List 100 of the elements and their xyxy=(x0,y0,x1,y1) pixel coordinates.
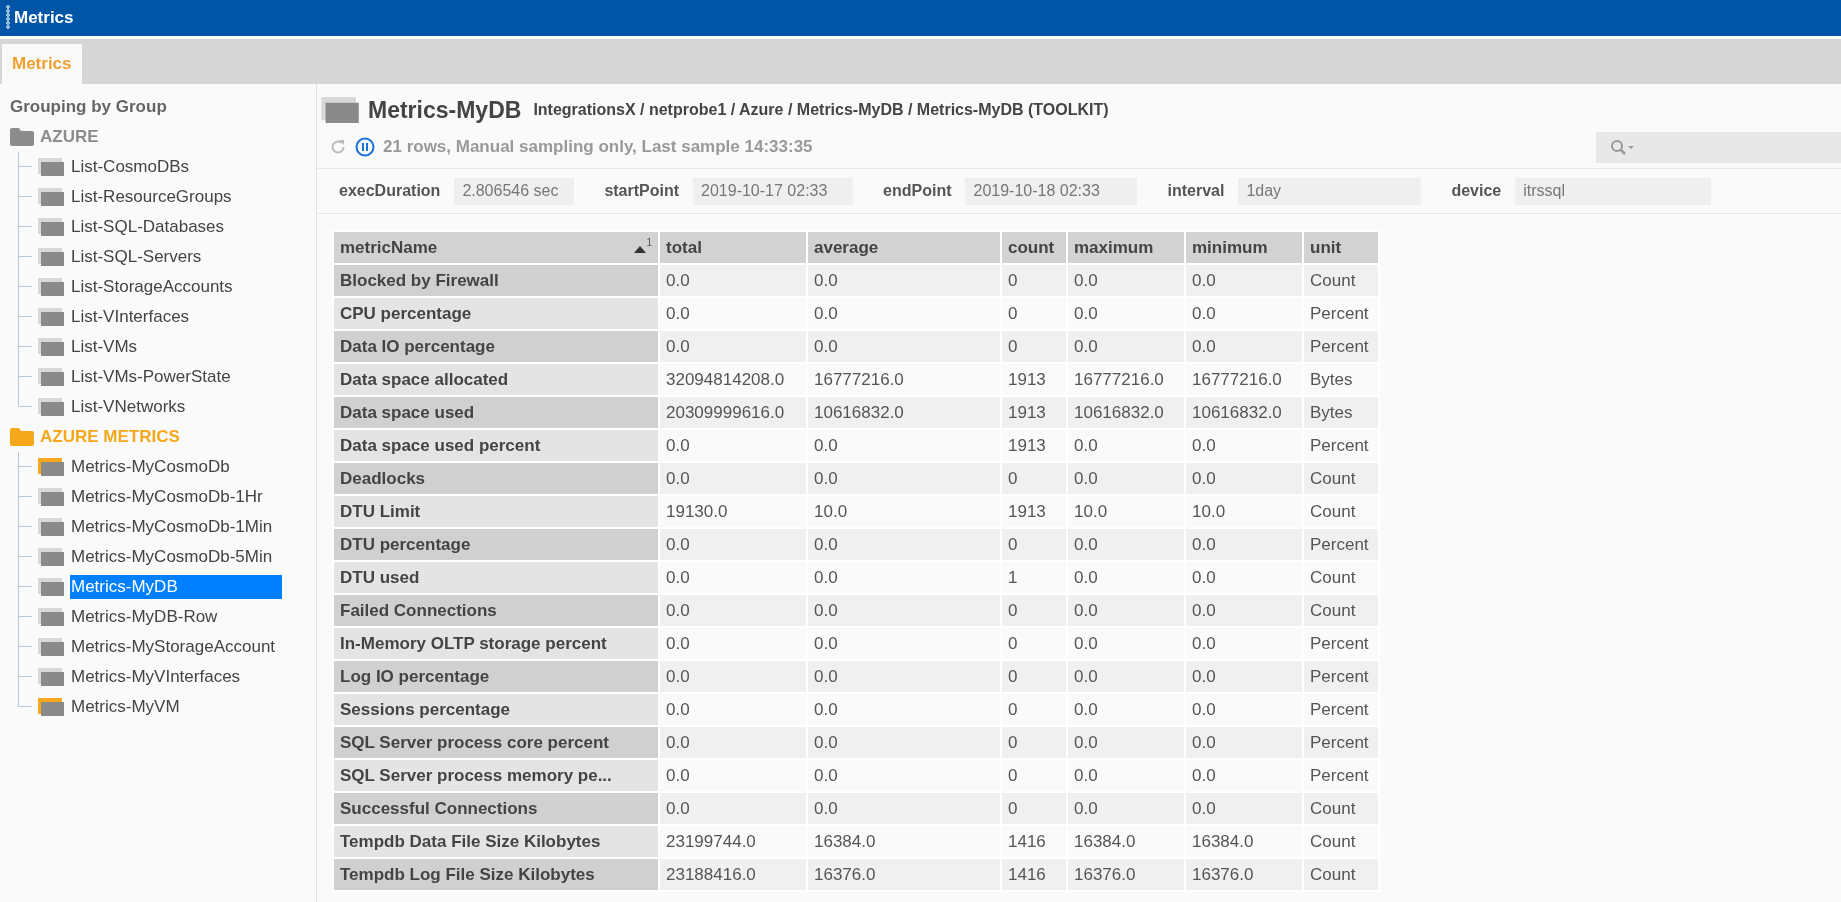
table-cell: 0.0 xyxy=(1186,628,1302,659)
table-cell: 0.0 xyxy=(660,661,806,692)
tree-item[interactable]: List-VMs-PowerState xyxy=(70,365,232,389)
tree-item[interactable]: Metrics-MyCosmoDb-5Min xyxy=(70,545,274,569)
table-cell: 20309999616.0 xyxy=(660,397,806,428)
row-header: Tempdb Log File Size Kilobytes xyxy=(334,859,658,890)
table-cell: 0.0 xyxy=(808,331,1000,362)
table-cell: 0.0 xyxy=(660,595,806,626)
tree-item[interactable]: Metrics-MyStorageAccount xyxy=(70,635,277,659)
table-cell: 1913 xyxy=(1002,364,1066,395)
table-cell: 0 xyxy=(1002,265,1066,296)
grip-icon[interactable] xyxy=(6,5,10,31)
table-cell: 0.0 xyxy=(1068,463,1184,494)
table-cell: 0.0 xyxy=(1068,265,1184,296)
table-cell: 16777216.0 xyxy=(1186,364,1302,395)
search-field[interactable] xyxy=(1596,131,1841,163)
table-cell: 0.0 xyxy=(1068,562,1184,593)
column-header[interactable]: count xyxy=(1002,232,1066,263)
tree-item[interactable]: Metrics-MyVInterfaces xyxy=(70,665,242,689)
tree-item[interactable]: Metrics-MyDB xyxy=(70,575,282,599)
table-cell: 0.0 xyxy=(660,298,806,329)
table-cell: 0.0 xyxy=(660,430,806,461)
row-header: DTU used xyxy=(334,562,658,593)
tree-item[interactable]: List-ResourceGroups xyxy=(70,185,233,209)
table-cell: 0.0 xyxy=(808,265,1000,296)
table-cell: Count xyxy=(1304,595,1378,626)
column-header[interactable]: minimum xyxy=(1186,232,1302,263)
tree-item[interactable]: Metrics-MyDB-Row xyxy=(70,605,219,629)
table-cell: 10.0 xyxy=(1068,496,1184,527)
table-cell: 23188416.0 xyxy=(660,859,806,890)
tree-item[interactable]: Metrics-MyVM xyxy=(70,695,181,719)
table-icon xyxy=(320,97,360,123)
table-cell: 0.0 xyxy=(660,562,806,593)
table-cell: 0.0 xyxy=(1186,760,1302,791)
param-label: execDuration xyxy=(339,182,441,200)
table-cell: 0.0 xyxy=(1186,331,1302,362)
column-header[interactable]: total xyxy=(660,232,806,263)
table-cell: 0.0 xyxy=(808,529,1000,560)
table-cell: 0.0 xyxy=(1186,265,1302,296)
table-cell: Percent xyxy=(1304,331,1378,362)
row-header: Failed Connections xyxy=(334,595,658,626)
pause-icon[interactable] xyxy=(355,137,375,157)
tree-item[interactable]: Metrics-MyCosmoDb-1Hr xyxy=(70,485,264,509)
table-cell: 0.0 xyxy=(1186,727,1302,758)
table-cell: 16384.0 xyxy=(1186,826,1302,857)
table-cell: 16376.0 xyxy=(808,859,1000,890)
param-value: 2.806546 sec xyxy=(454,177,575,205)
row-header: Data space used xyxy=(334,397,658,428)
row-header: In-Memory OLTP storage percent xyxy=(334,628,658,659)
table-cell: 10616832.0 xyxy=(1068,397,1184,428)
row-header: Data space used percent xyxy=(334,430,658,461)
table-cell: 10616832.0 xyxy=(1186,397,1302,428)
tree-item[interactable]: List-SQL-Servers xyxy=(70,245,203,269)
table-cell: 10.0 xyxy=(808,496,1000,527)
row-header: Deadlocks xyxy=(334,463,658,494)
table-cell: Count xyxy=(1304,562,1378,593)
table-cell: 0.0 xyxy=(1068,694,1184,725)
table-cell: 0.0 xyxy=(808,562,1000,593)
table-cell: Percent xyxy=(1304,760,1378,791)
column-header[interactable]: average xyxy=(808,232,1000,263)
table-cell: 32094814208.0 xyxy=(660,364,806,395)
row-header: SQL Server process core percent xyxy=(334,727,658,758)
column-header[interactable]: maximum xyxy=(1068,232,1184,263)
tree-item[interactable]: List-VNetworks xyxy=(70,395,187,419)
table-cell: 0.0 xyxy=(808,793,1000,824)
table-cell: 1416 xyxy=(1002,826,1066,857)
table-cell: Percent xyxy=(1304,727,1378,758)
table-cell: 0.0 xyxy=(808,760,1000,791)
table-cell: 0 xyxy=(1002,793,1066,824)
tree-item[interactable]: List-SQL-Databases xyxy=(70,215,226,239)
status-text: 21 rows, Manual sampling only, Last sample 14:33:35 xyxy=(383,137,814,157)
table-cell: Percent xyxy=(1304,661,1378,692)
tree-item[interactable]: List-CosmoDBs xyxy=(70,155,191,179)
table-cell: 19130.0 xyxy=(660,496,806,527)
tree-item[interactable]: Metrics-MyCosmoDb xyxy=(70,455,231,479)
search-icon xyxy=(1610,139,1636,155)
param-label: interval xyxy=(1167,182,1225,200)
column-header[interactable]: unit xyxy=(1304,232,1378,263)
tree-item[interactable]: List-StorageAccounts xyxy=(70,275,234,299)
table-cell: 10616832.0 xyxy=(808,397,1000,428)
table-cell: 0.0 xyxy=(1068,727,1184,758)
param-label: device xyxy=(1451,182,1502,200)
table-cell: 16376.0 xyxy=(1186,859,1302,890)
window-title: Metrics xyxy=(14,8,74,28)
table-cell: 0.0 xyxy=(808,694,1000,725)
param-value: 2019-10-17 02:33 xyxy=(693,177,854,205)
table-cell: 0 xyxy=(1002,694,1066,725)
row-header: CPU percentage xyxy=(334,298,658,329)
table-cell: 0 xyxy=(1002,331,1066,362)
table-cell: 0 xyxy=(1002,628,1066,659)
param-label: startPoint xyxy=(604,182,680,200)
tree-item[interactable]: List-VInterfaces xyxy=(70,305,191,329)
tree-item[interactable]: Metrics-MyCosmoDb-1Min xyxy=(70,515,274,539)
row-header: Blocked by Firewall xyxy=(334,265,658,296)
table-cell: 0.0 xyxy=(660,331,806,362)
table-cell: 23199744.0 xyxy=(660,826,806,857)
table-cell: Count xyxy=(1304,265,1378,296)
tree-item[interactable]: List-VMs xyxy=(70,335,139,359)
row-header: DTU Limit xyxy=(334,496,658,527)
table-cell: 0.0 xyxy=(1186,529,1302,560)
